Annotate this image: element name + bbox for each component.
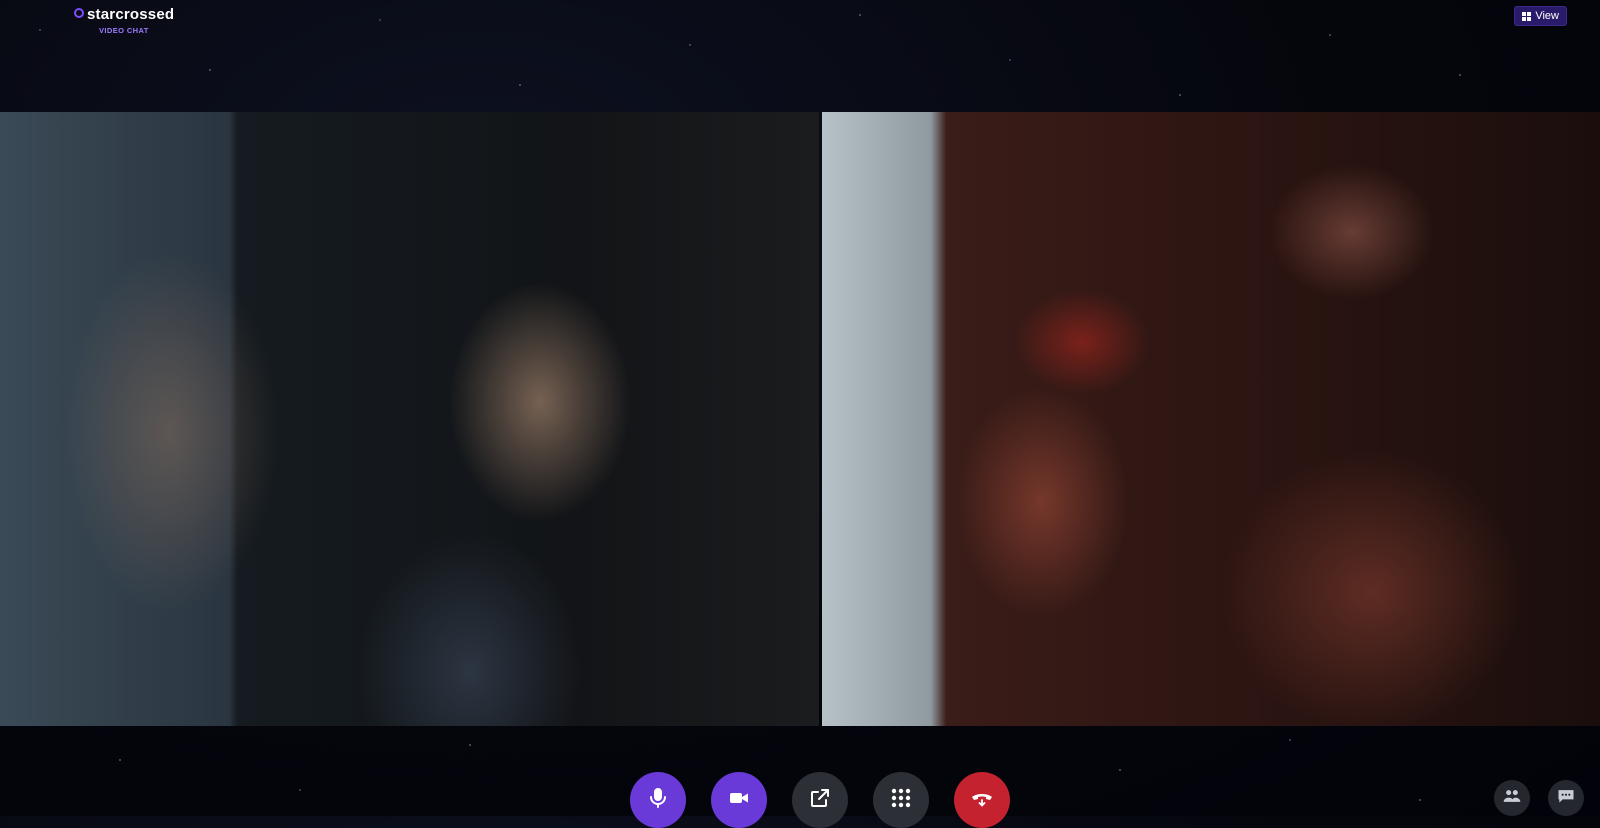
participants-button[interactable]: [1494, 780, 1530, 816]
logo-icon: [74, 7, 84, 18]
chat-bubble-icon: [1556, 786, 1576, 811]
video-tile-remote[interactable]: [822, 112, 1600, 726]
brand-name: starcrossed: [87, 6, 175, 23]
external-link-icon: [808, 786, 832, 815]
mic-button[interactable]: [630, 772, 686, 828]
microphone-icon: [646, 786, 670, 815]
view-button-label: View: [1535, 10, 1559, 22]
video-tile-local[interactable]: [0, 112, 819, 726]
share-button[interactable]: [792, 772, 848, 828]
camera-button[interactable]: [711, 772, 767, 828]
view-button[interactable]: View: [1514, 6, 1567, 26]
brand-subtitle: VIDEO CHAT: [99, 26, 149, 35]
grid-view-icon: [1522, 11, 1532, 21]
people-icon: [1502, 786, 1522, 811]
chat-button[interactable]: [1548, 780, 1584, 816]
end-call-button[interactable]: [954, 772, 1010, 828]
grid-dots-icon: [889, 786, 913, 815]
call-controls: [0, 772, 1600, 828]
hang-up-icon: [970, 786, 994, 815]
brand-logo[interactable]: starcrossed VIDEO CHAT: [74, 6, 174, 35]
apps-button[interactable]: [873, 772, 929, 828]
video-camera-icon: [727, 786, 751, 815]
